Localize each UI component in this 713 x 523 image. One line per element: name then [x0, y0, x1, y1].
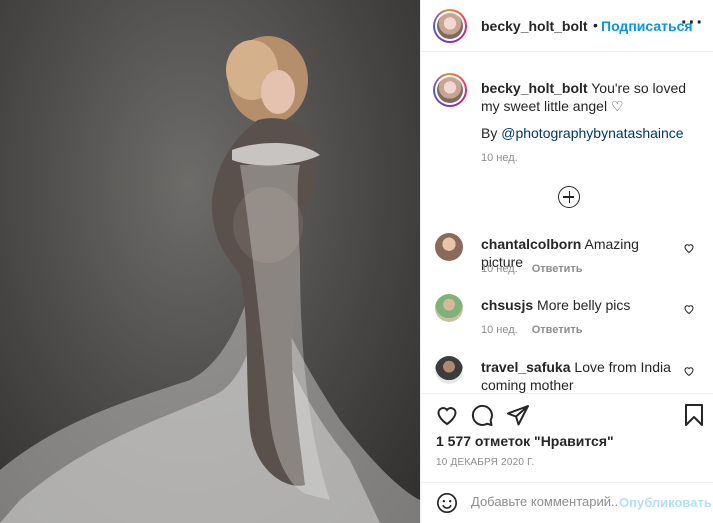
comment-text: travel_safuka Love from India coming mot… — [481, 358, 681, 393]
comment-meta: 10 нед. Ответить — [481, 263, 583, 275]
photo-credit-prefix: By — [481, 125, 498, 141]
reply-button[interactable]: Ответить — [532, 324, 583, 336]
commenter-username[interactable]: chantalcolborn — [481, 236, 581, 252]
comment-time[interactable]: 10 нед. — [481, 324, 518, 336]
post-actions: 1 577 отметок "Нравится" 10 ДЕКАБРЯ 2020… — [421, 393, 713, 523]
header-separator: • — [593, 17, 598, 33]
emoji-icon[interactable] — [436, 492, 458, 514]
more-options-icon[interactable]: ··· — [681, 12, 704, 35]
share-icon[interactable] — [506, 403, 530, 427]
author-username[interactable]: becky_holt_bolt — [481, 18, 588, 34]
caption-time[interactable]: 10 нед. — [481, 152, 518, 164]
commenter-username[interactable]: chsusjs — [481, 297, 533, 313]
caption-username[interactable]: becky_holt_bolt — [481, 80, 588, 96]
comment-text: chsusjs More belly pics — [481, 296, 681, 314]
post-date[interactable]: 10 ДЕКАБРЯ 2020 Г. — [436, 457, 534, 468]
commenter-username[interactable]: travel_safuka — [481, 359, 571, 375]
publish-button[interactable]: Опубликовать — [619, 495, 712, 510]
caption-avatar[interactable] — [433, 73, 467, 107]
author-avatar[interactable] — [433, 9, 467, 43]
comment-input[interactable] — [471, 494, 617, 509]
likes-count[interactable]: 1 577 отметок "Нравится" — [436, 433, 614, 449]
post-caption: becky_holt_bolt You're so loved my sweet… — [481, 79, 701, 115]
commenter-avatar[interactable] — [435, 356, 463, 384]
photo-credit: By @photographybynatashaince — [481, 125, 684, 141]
bookmark-icon[interactable] — [682, 403, 706, 427]
commenter-avatar[interactable] — [435, 294, 463, 322]
comment-time[interactable]: 10 нед. — [481, 263, 518, 275]
heart-icon[interactable] — [435, 403, 459, 427]
comment-item: chantalcolborn Amazing picture 10 нед. От… — [421, 233, 713, 289]
comment-item: travel_safuka Love from India coming mot… — [421, 356, 713, 393]
post-photo[interactable] — [0, 0, 420, 523]
reply-button[interactable]: Ответить — [532, 263, 583, 275]
plus-circle-icon[interactable] — [558, 186, 580, 208]
photographer-link[interactable]: @photographybynatashaince — [501, 125, 683, 141]
add-comment-bar: Опубликовать — [421, 482, 713, 523]
comment-item: chsusjs More belly pics 10 нед. Ответить — [421, 294, 713, 350]
comment-meta: 10 нед. Ответить — [481, 324, 583, 336]
comments-list[interactable]: becky_holt_bolt You're so loved my sweet… — [421, 53, 713, 393]
comment-like-heart-icon[interactable] — [683, 365, 695, 377]
post-side-panel: becky_holt_bolt • Подписаться ··· becky_… — [420, 0, 713, 523]
comment-like-heart-icon[interactable] — [683, 242, 695, 254]
commenter-avatar[interactable] — [435, 233, 463, 261]
comment-icon[interactable] — [470, 403, 494, 427]
post-header: becky_holt_bolt • Подписаться ··· — [421, 0, 713, 52]
follow-button[interactable]: Подписаться — [601, 18, 693, 34]
photo-illustration — [0, 36, 420, 523]
comment-like-heart-icon[interactable] — [683, 303, 695, 315]
comment-body: More belly pics — [537, 297, 631, 313]
